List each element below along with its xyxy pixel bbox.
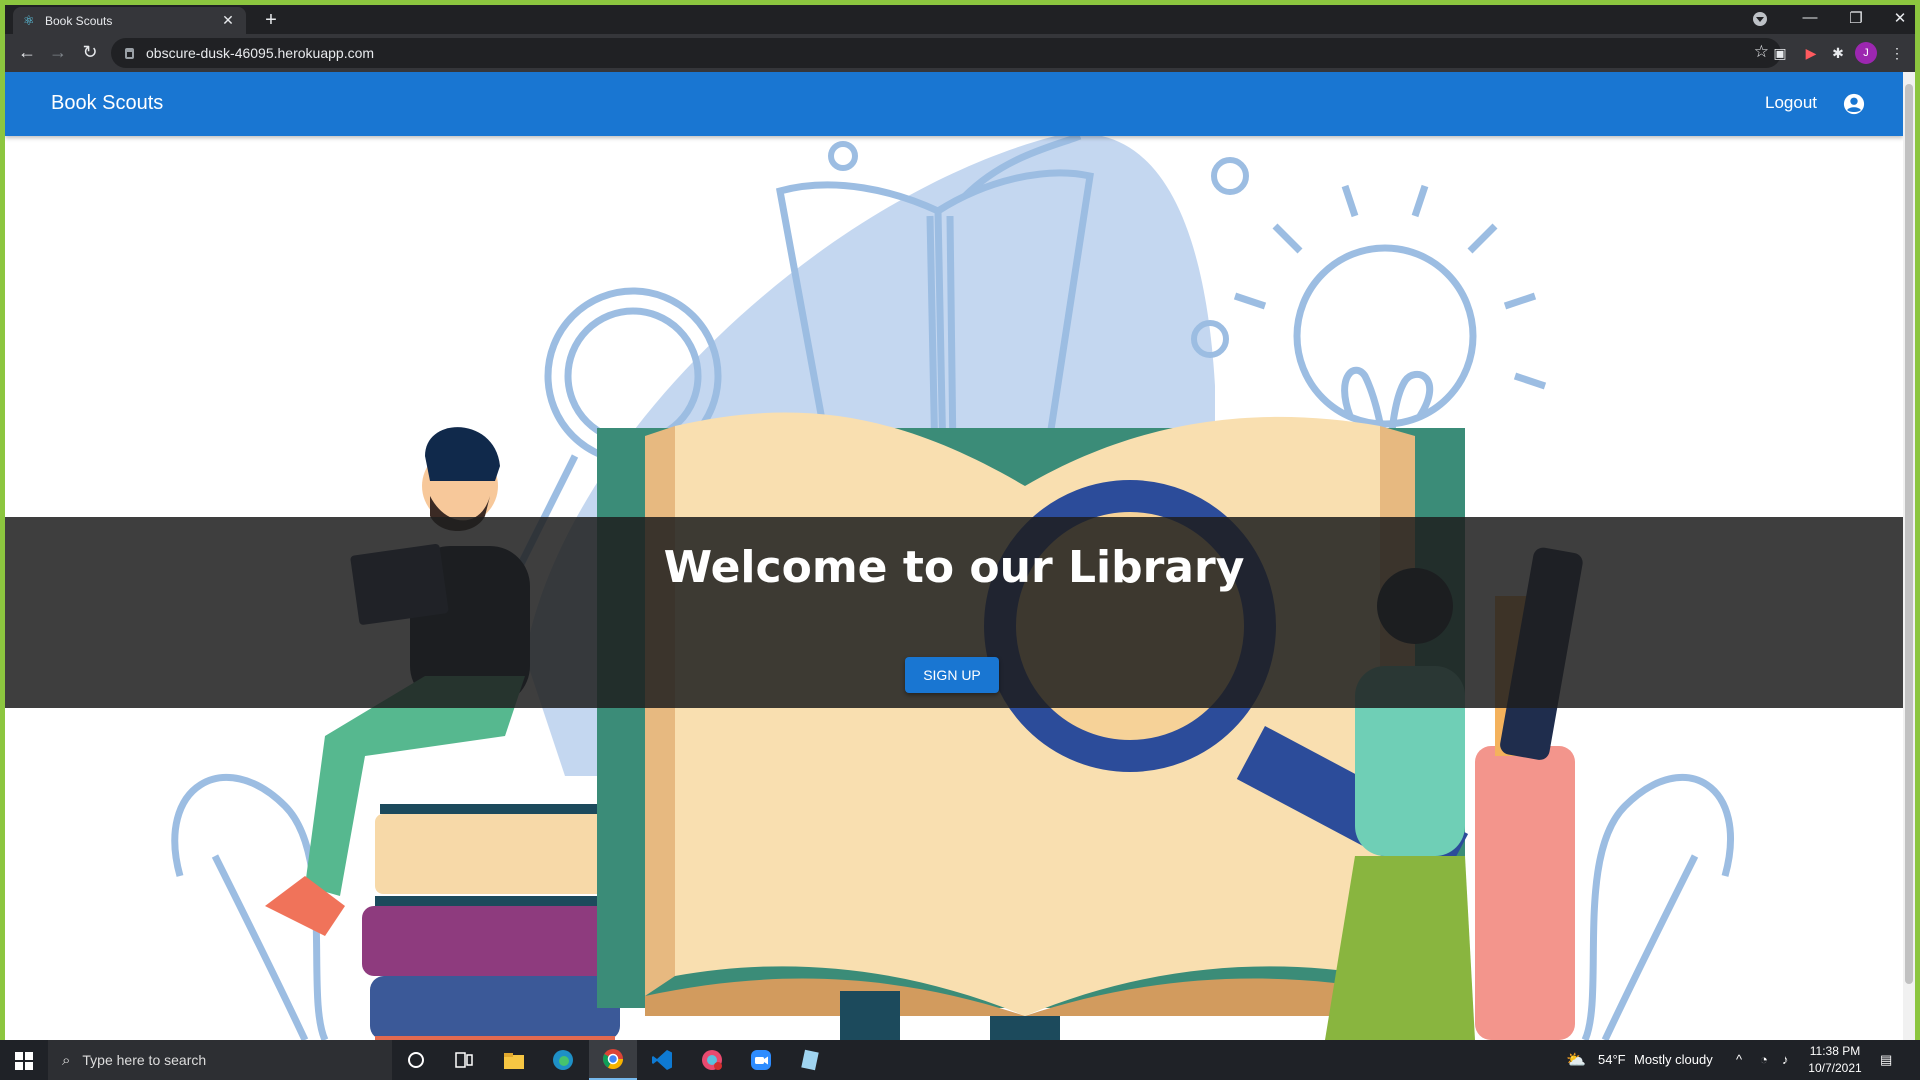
notepad-icon[interactable] [786,1040,834,1080]
lock-icon [125,47,134,59]
taskbar-search[interactable]: ⌕ Type here to search [48,1040,392,1080]
welcome-heading: Welcome to our Library [663,542,1245,593]
puzzle-extensions-icon[interactable]: ✱ [1828,43,1848,63]
minimize-button[interactable]: — [1795,9,1825,26]
windows-start-icon[interactable] [0,1040,48,1080]
search-placeholder: Type here to search [82,1052,207,1068]
task-view-icon[interactable] [440,1040,488,1080]
clock-time: 11:38 PM [1809,1044,1861,1058]
address-bar[interactable]: obscure-dusk-46095.herokuapp.com ☆ [111,38,1781,68]
back-arrow-icon[interactable]: ← [15,42,39,62]
chrome-icon[interactable] [589,1040,637,1080]
zoom-icon[interactable] [737,1040,785,1080]
vscode-icon[interactable] [638,1040,686,1080]
browser-menu-icon[interactable]: ⋮ [1887,43,1907,63]
tab-strip: ⚛ Book Scouts ✕ + — ❐ ✕ [5,5,1915,34]
weather-description[interactable]: Mostly cloudy [1634,1052,1713,1067]
logout-link[interactable]: Logout [1765,93,1817,113]
weather-cloud-icon[interactable]: ⛅ [1566,1050,1586,1070]
browser-tab[interactable]: ⚛ Book Scouts ✕ [13,7,246,34]
app-bar: Book Scouts Logout [5,72,1903,136]
page-scrollbar[interactable] [1903,72,1915,1040]
weather-temp[interactable]: 54°F [1598,1052,1626,1067]
search-icon: ⌕ [62,1051,71,1069]
tab-search-icon[interactable] [1753,12,1767,26]
clock-date: 10/7/2021 [1808,1061,1862,1075]
bookmark-star-icon[interactable]: ☆ [1754,42,1769,62]
system-clock[interactable]: 11:38 PM 10/7/2021 [1800,1043,1870,1077]
edge-browser-icon[interactable] [539,1040,587,1080]
file-explorer-icon[interactable] [490,1040,538,1080]
profile-avatar[interactable]: J [1855,42,1877,64]
welcome-banner: Welcome to our Library SIGN UP [5,517,1903,708]
network-wifi-icon[interactable]: ◔ [1760,1052,1768,1067]
chat-app-icon[interactable] [688,1040,736,1080]
sign-up-button[interactable]: SIGN UP [905,657,999,693]
account-circle-icon[interactable] [1843,93,1865,115]
hero-section: Welcome to our Library SIGN UP [5,132,1903,1040]
close-window-button[interactable]: ✕ [1885,9,1915,27]
react-favicon-icon: ⚛ [23,12,35,28]
restore-button[interactable]: ❐ [1841,9,1871,27]
url-text: obscure-dusk-46095.herokuapp.com [146,45,375,61]
volume-speaker-icon[interactable]: ♪ [1782,1052,1789,1067]
tab-title: Book Scouts [45,13,113,28]
extension-icon[interactable]: ▣ [1770,43,1790,63]
brand-title[interactable]: Book Scouts [51,92,163,115]
browser-window: ⚛ Book Scouts ✕ + — ❐ ✕ ← → ↻ obscure-du… [5,5,1915,1040]
web-page: Book Scouts Logout Welcome to our Librar… [5,72,1903,1040]
show-hidden-icons-chevron-icon[interactable]: ^ [1736,1052,1742,1067]
extension-record-icon[interactable]: ▶ [1801,43,1821,63]
notification-center-icon[interactable]: ▤ [1880,1052,1892,1068]
browser-toolbar: ← → ↻ obscure-dusk-46095.herokuapp.com ☆… [5,34,1915,72]
new-tab-button[interactable]: + [260,9,282,32]
forward-arrow-icon[interactable]: → [46,42,70,62]
reload-icon[interactable]: ↻ [78,42,102,62]
cortana-icon[interactable] [392,1040,440,1080]
windows-taskbar: ⌕ Type here to search ⛅ 54°F Mostly clou… [0,1040,1920,1080]
scroll-thumb[interactable] [1905,84,1913,984]
tab-close-icon[interactable]: ✕ [220,12,236,29]
